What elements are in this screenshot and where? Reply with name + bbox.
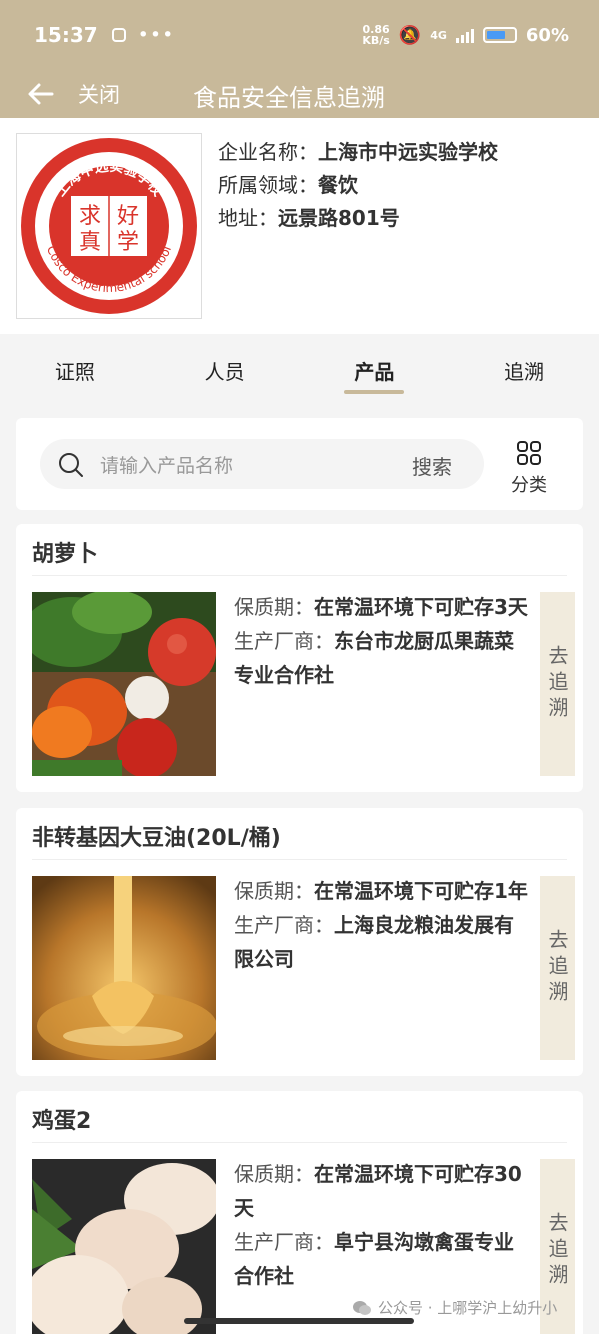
search-card: 请输入产品名称 搜索 分类 [16, 418, 583, 510]
signal-icon [455, 27, 474, 43]
category-button[interactable]: 分类 [508, 440, 550, 497]
tab-products[interactable]: 产品 [300, 334, 450, 430]
watermark: 公众号 · 上哪学沪上幼升小 [352, 1297, 557, 1318]
company-address-row: 地址：远景路801号 [218, 206, 400, 230]
battery-icon [482, 27, 517, 43]
product-name: 鸡蛋2 [32, 1109, 92, 1134]
search-box[interactable]: 请输入产品名称 搜索 [40, 439, 484, 489]
trace-button[interactable]: 去追溯 [540, 592, 575, 776]
svg-text:真: 真 [79, 230, 101, 255]
shelf-life: 在常温环境下可贮存1年 [314, 879, 528, 903]
search-input[interactable]: 请输入产品名称 [100, 451, 233, 478]
company-name-row: 企业名称：上海市中远实验学校 [218, 140, 498, 164]
company-domain-row: 所属领域：餐饮 [218, 173, 358, 197]
navbar: 关闭 食品安全信息追溯 [0, 70, 599, 118]
app-header: 15:37 ••• 0.86 KB/s 🔕 4G 60% 关闭 食品安全信息追溯 [0, 0, 599, 118]
company-name: 上海市中远实验学校 [318, 140, 498, 164]
svg-text:好: 好 [117, 204, 139, 229]
tab-bar: 证照 人员 产品 追溯 [0, 334, 599, 430]
divider [32, 1142, 567, 1143]
status-time: 15:37 [34, 23, 98, 47]
divider [32, 575, 567, 576]
network-type: 4G [430, 28, 447, 42]
category-label: 分类 [511, 475, 547, 496]
muted-bell-icon: 🔕 [398, 24, 422, 46]
page-title: 食品安全信息追溯 [193, 84, 385, 112]
svg-text:求: 求 [79, 204, 101, 229]
product-card: 胡萝卜 保质期：在常温环境下可贮存3天 生产厂商：东台市龙厨瓜果蔬菜专业合作社 … [16, 524, 583, 792]
tab-staff[interactable]: 人员 [150, 334, 300, 430]
status-bar: 15:37 ••• 0.86 KB/s 🔕 4G 60% [0, 0, 599, 70]
app-notification-icon [111, 28, 126, 42]
company-address: 远景路801号 [278, 206, 400, 230]
divider [32, 859, 567, 860]
product-image-oil [32, 876, 216, 1060]
back-arrow-icon[interactable] [26, 79, 56, 109]
product-details: 保质期：在常温环境下可贮存30天 生产厂商：阜宁县沟墩禽蛋专业合作社 [234, 1162, 522, 1288]
svg-text:学: 学 [117, 230, 139, 255]
network-speed: 0.86 KB/s [362, 23, 390, 47]
company-info: 上海中远实验学校 Cosco Experimental school 求 好 真… [0, 118, 599, 334]
product-card: 非转基因大豆油(20L/桶) 保质期：在常温环境下可贮存1年 生产厂商：上海良龙… [16, 808, 583, 1076]
trace-button[interactable]: 去追溯 [540, 876, 575, 1060]
wechat-icon [353, 1300, 371, 1315]
product-details: 保质期：在常温环境下可贮存1年 生产厂商：上海良龙粮油发展有限公司 [234, 879, 528, 971]
tab-trace[interactable]: 追溯 [449, 334, 599, 430]
shelf-life: 在常温环境下可贮存3天 [314, 595, 528, 619]
company-domain: 餐饮 [318, 173, 358, 197]
product-name: 非转基因大豆油(20L/桶) [32, 826, 281, 851]
more-notifications-icon: ••• [137, 24, 175, 46]
product-name: 胡萝卜 [32, 542, 99, 567]
category-grid-icon [517, 441, 541, 465]
search-icon [59, 453, 83, 477]
battery-percent: 60% [525, 24, 569, 46]
tab-licenses[interactable]: 证照 [0, 334, 150, 430]
product-image-vegetables [32, 592, 216, 776]
product-image-chicken [32, 1159, 216, 1334]
close-button[interactable]: 关闭 [78, 79, 120, 109]
company-details: 企业名称：上海市中远实验学校 所属领域：餐饮 地址：远景路801号 [218, 136, 498, 235]
school-logo: 上海中远实验学校 Cosco Experimental school 求 好 真… [16, 133, 202, 319]
home-indicator[interactable] [184, 1318, 414, 1324]
search-button[interactable]: 搜索 [412, 451, 452, 480]
product-details: 保质期：在常温环境下可贮存3天 生产厂商：东台市龙厨瓜果蔬菜专业合作社 [234, 595, 528, 687]
